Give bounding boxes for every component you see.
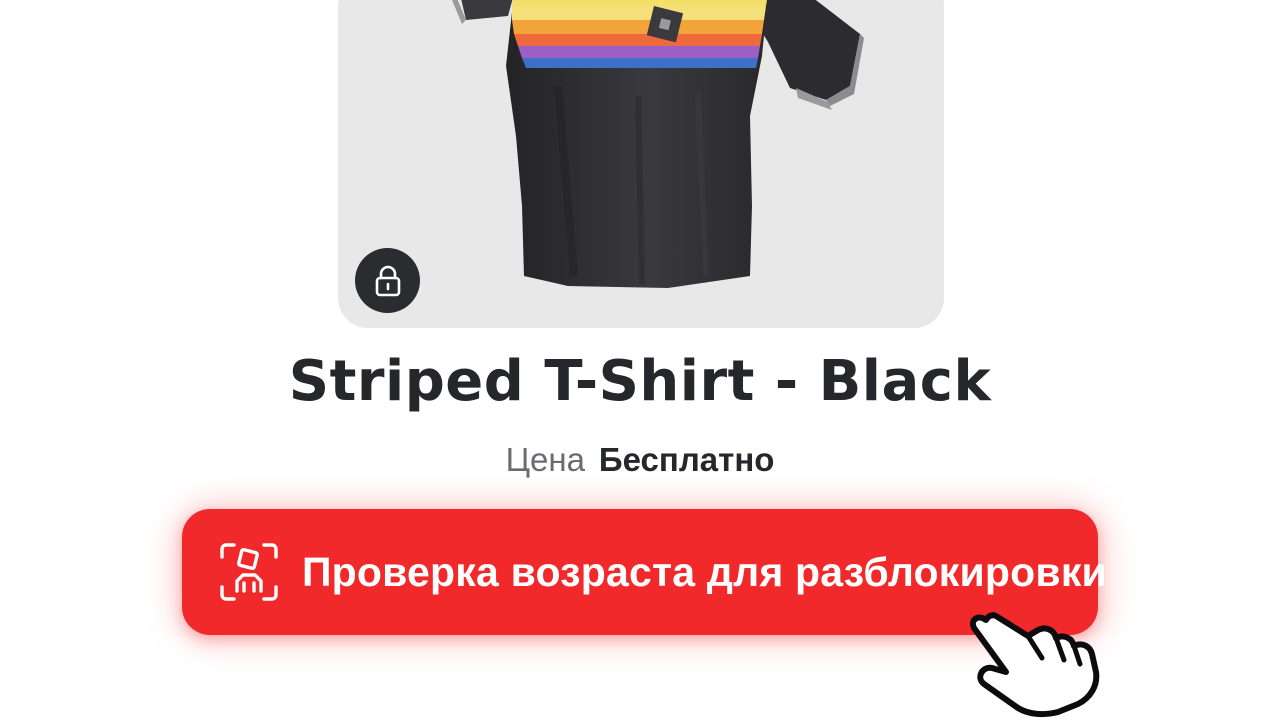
age-verification-unlock-button[interactable]: Проверка возраста для разблокировки	[182, 509, 1107, 635]
price-label: Цена	[505, 441, 585, 478]
pointing-hand-cursor-icon	[970, 612, 1100, 718]
item-thumbnail-card	[338, 0, 944, 328]
locked-item-badge[interactable]	[355, 248, 420, 313]
striped-tshirt-image	[452, 0, 864, 288]
age-verification-unlock-label: Проверка возраста для разблокировки	[302, 548, 1107, 595]
price-row: Цена Бесплатно	[0, 440, 1280, 480]
item-title: Striped T-Shirt - Black	[288, 349, 992, 414]
face-scan-icon	[220, 543, 278, 601]
item-details-page: Striped T-Shirt - Black Цена Бесплатно Пр…	[0, 0, 1280, 720]
lock-icon	[375, 265, 400, 296]
price-value: Бесплатно	[598, 441, 775, 478]
